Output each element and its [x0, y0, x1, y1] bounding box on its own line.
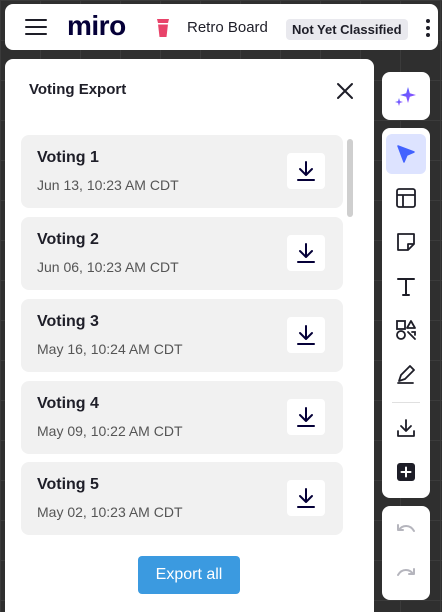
download-tool-button[interactable]	[386, 408, 426, 448]
classification-badge[interactable]: Not Yet Classified	[286, 19, 408, 40]
voting-name: Voting 2	[37, 231, 99, 248]
voting-name: Voting 3	[37, 313, 99, 330]
redo-button[interactable]	[386, 554, 426, 594]
ai-toolbar	[382, 72, 430, 120]
text-icon	[397, 278, 415, 296]
download-button[interactable]	[287, 480, 325, 516]
board-title[interactable]: Retro Board	[187, 19, 268, 36]
voting-item: Voting 2 Jun 06, 10:23 AM CDT	[21, 217, 343, 290]
board-icon	[156, 19, 170, 37]
download-icon	[397, 419, 415, 437]
top-bar: miro Retro Board Not Yet Classified	[5, 4, 438, 50]
shapes-tool-button[interactable]	[386, 310, 426, 350]
voting-date: May 09, 10:22 AM CDT	[37, 423, 183, 439]
export-all-button[interactable]: Export all	[138, 556, 240, 594]
voting-item: Voting 4 May 09, 10:22 AM CDT	[21, 381, 343, 454]
voting-name: Voting 1	[37, 149, 99, 166]
voting-name: Voting 5	[37, 476, 99, 493]
panel-title: Voting Export	[29, 81, 127, 98]
pen-tool-button[interactable]	[386, 354, 426, 394]
voting-date: Jun 06, 10:23 AM CDT	[37, 259, 179, 275]
shapes-icon	[396, 320, 416, 340]
ai-sparkle-icon	[395, 87, 416, 106]
select-tool-button[interactable]	[386, 134, 426, 174]
voting-date: Jun 13, 10:23 AM CDT	[37, 177, 179, 193]
voting-item: Voting 1 Jun 13, 10:23 AM CDT	[21, 135, 343, 208]
sticky-note-icon	[397, 233, 415, 251]
voting-name: Voting 4	[37, 395, 99, 412]
table-icon	[396, 188, 416, 208]
menu-icon[interactable]	[25, 19, 47, 35]
select-cursor-icon	[397, 145, 415, 163]
voting-date: May 16, 10:24 AM CDT	[37, 341, 183, 357]
undo-button[interactable]	[386, 510, 426, 550]
undo-icon	[397, 524, 415, 532]
download-icon	[297, 407, 315, 427]
ai-assist-button[interactable]	[386, 76, 426, 116]
download-icon	[297, 325, 315, 345]
download-icon	[297, 161, 315, 181]
pen-icon	[397, 365, 415, 384]
download-button[interactable]	[287, 317, 325, 353]
text-tool-button[interactable]	[386, 266, 426, 306]
download-button[interactable]	[287, 153, 325, 189]
close-icon[interactable]	[335, 81, 355, 101]
download-icon	[297, 488, 315, 508]
table-tool-button[interactable]	[386, 178, 426, 218]
add-more-button[interactable]	[386, 452, 426, 492]
list-scrollbar-thumb[interactable]	[347, 139, 353, 217]
download-icon	[297, 243, 315, 263]
more-options-icon[interactable]	[425, 19, 431, 37]
download-button[interactable]	[287, 235, 325, 271]
voting-item: Voting 5 May 02, 10:23 AM CDT	[21, 462, 343, 535]
download-button[interactable]	[287, 399, 325, 435]
voting-date: May 02, 10:23 AM CDT	[37, 504, 183, 520]
add-icon	[397, 463, 415, 481]
miro-logo[interactable]: miro	[67, 10, 126, 42]
sticky-note-tool-button[interactable]	[386, 222, 426, 262]
voting-list[interactable]: Voting 1 Jun 13, 10:23 AM CDT Voting 2 J…	[21, 135, 343, 600]
toolbar-divider	[392, 402, 420, 403]
voting-item: Voting 3 May 16, 10:24 AM CDT	[21, 299, 343, 372]
voting-export-panel: Voting Export Voting 1 Jun 13, 10:23 AM …	[5, 59, 374, 612]
redo-icon	[397, 568, 415, 576]
history-toolbar	[382, 506, 430, 600]
tools-toolbar	[382, 128, 430, 498]
